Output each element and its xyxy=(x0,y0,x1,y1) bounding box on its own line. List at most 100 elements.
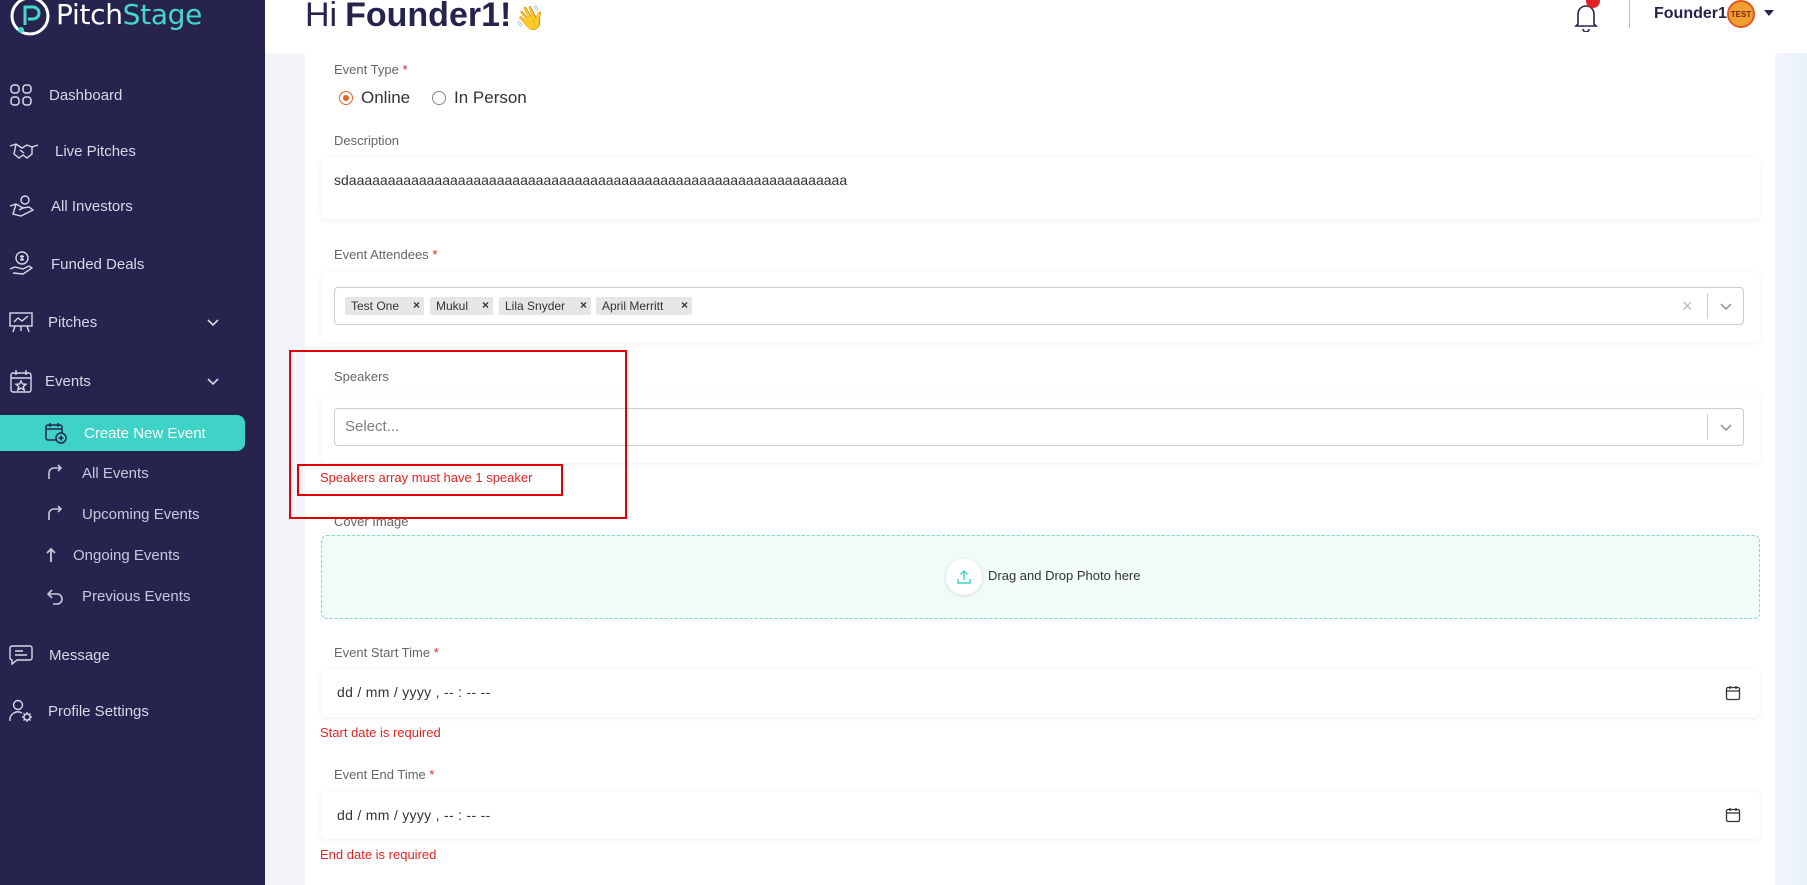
required-mark: * xyxy=(432,247,438,262)
sidebar-item-pitches[interactable]: Pitches xyxy=(0,302,265,342)
user-name[interactable]: Founder1 xyxy=(1654,5,1727,23)
sidebar-item-label: All Events xyxy=(82,464,149,482)
start-time-label: Event Start Time * xyxy=(334,645,439,660)
avatar[interactable]: TEST xyxy=(1727,0,1755,28)
start-time-value: dd / mm / yyyy , -- : -- -- xyxy=(337,684,491,700)
chevron-down-icon xyxy=(207,378,219,386)
chip-remove-icon[interactable]: × xyxy=(681,298,688,312)
calendar-icon[interactable] xyxy=(1725,807,1741,823)
sidebar-item-label: Message xyxy=(49,646,110,664)
chip-remove-icon[interactable]: × xyxy=(482,298,489,312)
money-hand-icon xyxy=(8,251,34,277)
attendee-chip: April Merritt × xyxy=(596,297,692,315)
chip-remove-icon[interactable]: × xyxy=(580,298,587,312)
start-time-label-text: Event Start Time xyxy=(334,645,431,660)
greeting-hi: Hi xyxy=(305,0,338,34)
radio-online-label: Online xyxy=(361,88,411,107)
sidebar-item-label: Upcoming Events xyxy=(82,505,200,523)
radio-dot xyxy=(432,91,446,105)
presentation-icon xyxy=(8,309,34,335)
highlight-box-error xyxy=(297,464,563,496)
undo-arrow-icon xyxy=(46,589,63,605)
chevron-down-icon[interactable] xyxy=(1719,420,1733,434)
redo-arrow-icon xyxy=(48,464,63,479)
chevron-down-icon xyxy=(207,319,219,327)
hand-coin-icon xyxy=(8,193,36,219)
chip-label: Test One xyxy=(351,299,400,313)
radio-dot xyxy=(339,91,353,105)
end-time-value: dd / mm / yyyy , -- : -- -- xyxy=(337,807,491,823)
sidebar-item-label: Create New Event xyxy=(84,424,206,442)
end-time-input[interactable] xyxy=(321,791,1760,839)
select-separator xyxy=(1707,293,1708,319)
attendee-chip: Test One × xyxy=(345,297,424,315)
redo-arrow-icon xyxy=(48,505,63,520)
grid-icon xyxy=(8,82,34,108)
chip-remove-icon[interactable]: × xyxy=(413,298,420,312)
radio-online[interactable]: Online xyxy=(339,88,410,108)
sidebar-item-message[interactable]: Message xyxy=(0,635,265,675)
chat-icon xyxy=(8,642,34,668)
chip-label: April Merritt xyxy=(602,299,664,313)
sidebar-item-dashboard[interactable]: Dashboard xyxy=(0,75,265,115)
event-type-label-text: Event Type xyxy=(334,62,399,77)
sidebar: PitchStage Dashboard Live Pitches All In… xyxy=(0,0,265,885)
page-greeting: Hi Founder1! 👋 xyxy=(305,0,545,35)
sidebar-item-label: Funded Deals xyxy=(51,255,145,273)
end-time-label-text: Event End Time xyxy=(334,767,426,782)
sidebar-item-live-pitches[interactable]: Live Pitches xyxy=(0,131,265,171)
description-input[interactable] xyxy=(321,157,1760,219)
brand-logo[interactable]: PitchStage xyxy=(8,0,202,40)
required-mark: * xyxy=(429,767,435,782)
required-mark: * xyxy=(433,645,439,660)
sidebar-item-funded-deals[interactable]: Funded Deals xyxy=(0,244,265,284)
sidebar-item-all-events[interactable]: All Events xyxy=(0,458,265,488)
sidebar-item-label: Events xyxy=(45,372,91,390)
sidebar-item-upcoming-events[interactable]: Upcoming Events xyxy=(0,499,265,529)
brand-name-a: Pitch xyxy=(56,0,123,31)
sidebar-item-all-investors[interactable]: All Investors xyxy=(0,186,265,226)
calendar-star-icon xyxy=(8,368,34,394)
radio-in-person[interactable]: In Person xyxy=(432,88,527,108)
sidebar-item-label: Pitches xyxy=(48,313,98,331)
attendee-chip: Mukul × xyxy=(430,297,493,315)
clear-all-icon[interactable]: × xyxy=(1682,296,1693,317)
attendee-chip: Lila Snyder × xyxy=(499,297,591,315)
description-label: Description xyxy=(334,133,400,148)
sidebar-item-create-new-event[interactable]: Create New Event xyxy=(0,415,245,451)
chevron-down-icon[interactable] xyxy=(1719,299,1733,313)
sidebar-item-previous-events[interactable]: Previous Events xyxy=(0,581,265,611)
sidebar-item-label: Ongoing Events xyxy=(73,546,180,564)
select-separator xyxy=(1707,414,1708,440)
start-time-input[interactable] xyxy=(321,669,1760,717)
event-type-label: Event Type * xyxy=(334,62,408,77)
sidebar-item-label: Dashboard xyxy=(49,86,123,104)
header-divider xyxy=(1629,0,1630,28)
required-mark: * xyxy=(402,62,408,77)
greeting-name: Founder1! xyxy=(345,0,512,34)
caret-down-icon[interactable] xyxy=(1764,10,1774,16)
sidebar-item-label: Previous Events xyxy=(82,587,191,605)
start-time-error: Start date is required xyxy=(320,725,441,740)
sidebar-item-label: Profile Settings xyxy=(48,702,149,720)
sidebar-item-events[interactable]: Events xyxy=(0,361,265,401)
radio-in-person-label: In Person xyxy=(454,88,527,107)
chip-label: Mukul xyxy=(436,299,469,313)
pitchstage-logo-icon xyxy=(10,0,50,36)
upload-icon xyxy=(946,559,982,595)
sidebar-item-ongoing-events[interactable]: Ongoing Events xyxy=(0,540,265,570)
sidebar-item-profile-settings[interactable]: Profile Settings xyxy=(0,691,265,731)
calendar-add-icon xyxy=(45,423,67,444)
calendar-icon[interactable] xyxy=(1725,685,1741,701)
chip-label: Lila Snyder xyxy=(505,299,566,313)
user-gear-icon xyxy=(8,698,34,724)
dropzone-text: Drag and Drop Photo here xyxy=(988,568,1141,583)
end-time-label: Event End Time * xyxy=(334,767,434,782)
attendees-label: Event Attendees * xyxy=(334,247,437,262)
arrow-up-icon xyxy=(46,547,56,562)
sidebar-item-label: All Investors xyxy=(51,197,133,215)
handshake-icon xyxy=(8,138,40,164)
sidebar-item-label: Live Pitches xyxy=(55,142,136,160)
brand-name: PitchStage xyxy=(56,0,202,31)
brand-name-b: Stage xyxy=(122,0,203,31)
